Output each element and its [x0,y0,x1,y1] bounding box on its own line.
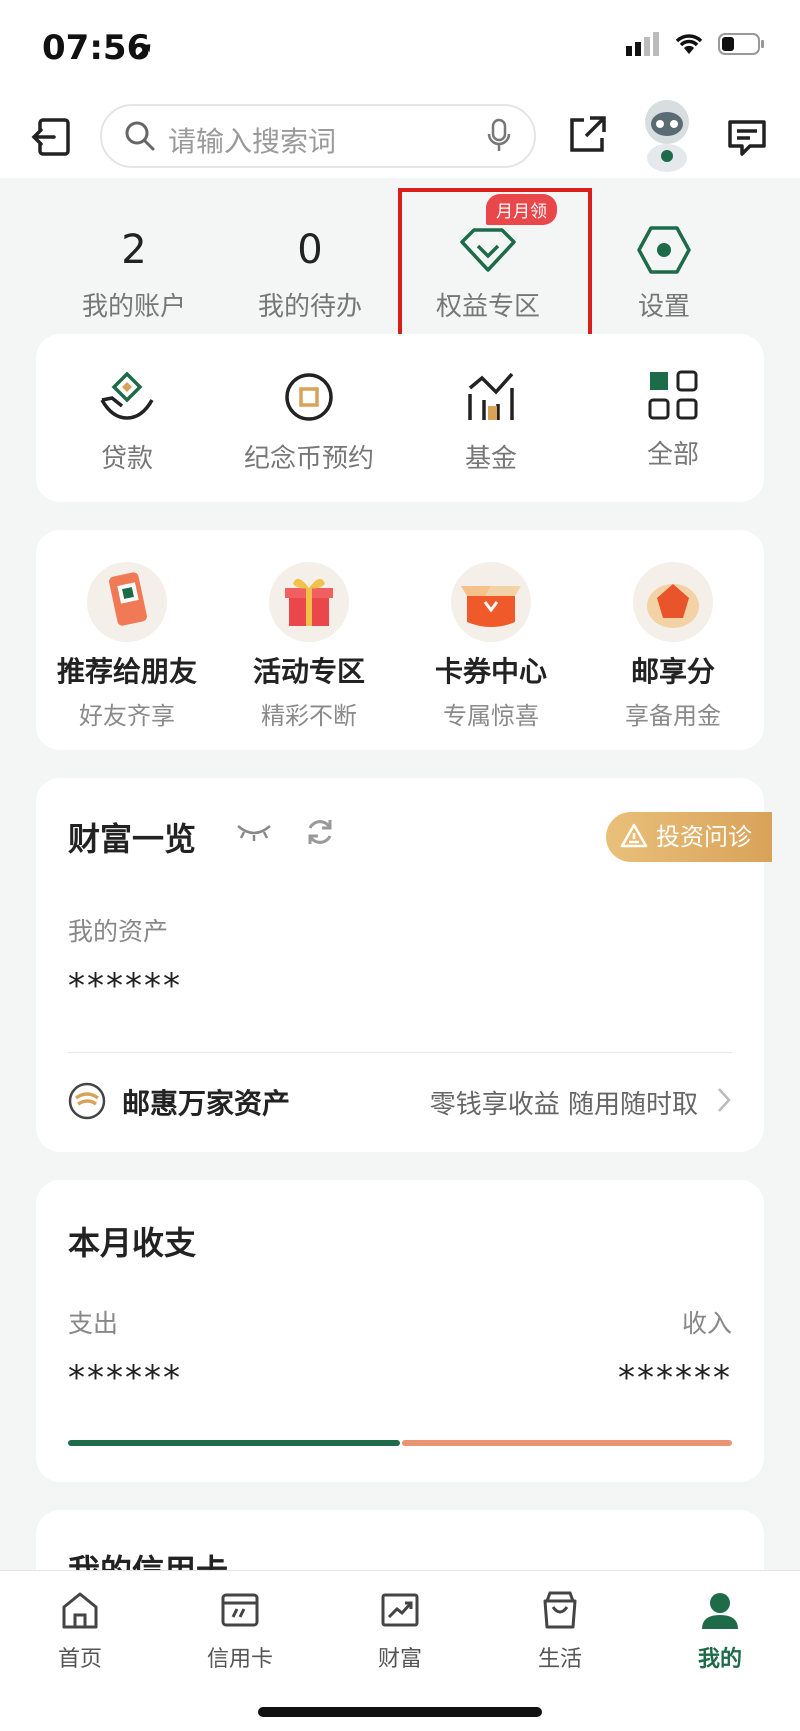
stat-settings[interactable]: 设置 [574,178,754,323]
stat-my-todos[interactable]: 0 我的待办 [220,178,400,323]
tab-label: 财富 [377,1647,422,1672]
product-row[interactable]: 邮惠万家资产 零钱享收益 随用随时取 [68,1076,732,1126]
coin-icon [285,373,333,421]
income-bar [402,1440,732,1446]
stat-label: 设置 [637,292,690,322]
promo-title: 卡券中心 [434,655,547,688]
wifi-icon [675,34,703,54]
menu-item-loan[interactable]: 贷款 [36,370,218,475]
home-indicator [258,1707,542,1717]
todo-count: 0 [297,227,323,273]
promo-subtitle: 享备用金 [625,702,721,730]
tab-label: 我的 [697,1647,742,1672]
grid-icon [648,370,698,420]
stat-label: 我的待办 [257,292,362,322]
promo-recommend[interactable]: 推荐给朋友 好友齐享 [36,562,218,731]
user-icon [702,1593,738,1629]
promo-subtitle: 好友齐享 [79,702,175,730]
monthly-budget-card[interactable]: 本月收支 支出 收入 ****** ****** [36,1180,764,1482]
promo-activity[interactable]: 活动专区 精彩不断 [218,562,400,731]
divider [68,1052,732,1053]
tab-wealth[interactable]: 财富 [320,1589,480,1673]
asset-label: 我的资产 [68,917,169,946]
monthly-title: 本月收支 [68,1224,197,1262]
search-placeholder: 请输入搜索词 [168,125,337,158]
promo-coupon[interactable]: 卡券中心 专属惊喜 [400,562,582,731]
stat-label: 我的账户 [81,292,186,322]
menu-label: 全部 [646,440,699,470]
menu-label: 基金 [464,444,517,474]
share-icon[interactable] [566,114,608,156]
top-bar: 请输入搜索词 [0,96,800,178]
promo-subtitle: 专属惊喜 [443,702,539,730]
tab-label: 信用卡 [206,1647,273,1672]
tab-home[interactable]: 首页 [0,1589,160,1673]
tab-mine[interactable]: 我的 [640,1589,800,1673]
status-bar: 07:56 ➚ [0,0,800,96]
tab-credit-card[interactable]: 信用卡 [160,1589,320,1673]
wealth-overview-card: 财富一览 投资问诊 我的资产 ****** 邮惠万家资产 零钱享收益 随用随时取 [36,778,772,1152]
alert-triangle-icon [620,823,648,848]
promo-points[interactable]: 邮享分 享备用金 [582,562,764,731]
account-count: 2 [121,227,147,273]
phone-qr-icon [87,562,167,642]
service-menu: 贷款 纪念币预约 基金 全部 [36,334,764,502]
promo-title: 推荐给朋友 [56,655,197,688]
settings-icon [637,226,691,274]
tab-label: 首页 [57,1647,102,1672]
expense-value: ****** [68,1358,182,1398]
menu-item-coin[interactable]: 纪念币预约 [218,370,400,475]
fund-icon [468,372,514,420]
chart-icon [381,1593,419,1627]
postal-bank-logo-icon [68,1082,106,1120]
stat-my-accounts[interactable]: 2 我的账户 [44,178,224,323]
income-label: 收入 [681,1309,732,1338]
product-desc: 零钱享收益 随用随时取 [429,1090,698,1120]
battery-icon [718,33,764,55]
gift-box-icon [269,562,349,642]
status-icons [626,32,766,56]
menu-item-fund[interactable]: 基金 [400,370,582,475]
wealth-title: 财富一览 [68,820,197,858]
tab-life[interactable]: 生活 [480,1589,640,1673]
bottom-tab-bar: 首页 信用卡 财富 生活 我的 [0,1570,800,1731]
promo-title: 活动专区 [252,655,365,688]
chevron-right-icon [718,1088,731,1112]
expense-label: 支出 [68,1309,119,1338]
microphone-icon[interactable] [486,118,512,154]
promo-title: 邮享分 [630,655,715,688]
gem-coin-icon [633,562,713,642]
menu-label: 贷款 [100,444,153,474]
search-icon [125,121,155,151]
credit-card-icon [221,1593,259,1627]
shopping-bag-icon [543,1591,577,1629]
income-value: ****** [618,1358,732,1398]
promo-row: 推荐给朋友 好友齐享 活动专区 精彩不断 卡券中心 专属惊喜 邮享分 享备用金 [36,530,764,750]
tab-label: 生活 [537,1647,582,1672]
message-icon[interactable] [726,116,768,158]
loan-icon [100,371,154,420]
menu-label: 纪念币预约 [243,444,374,474]
robot-avatar[interactable] [634,96,700,172]
cellular-signal-icon [626,32,659,56]
product-name: 邮惠万家资产 [122,1087,291,1120]
invest-diagnosis-button[interactable]: 投资问诊 [606,812,772,862]
promo-subtitle: 精彩不断 [261,702,357,730]
location-arrow-icon: ➚ [134,36,155,64]
logout-icon[interactable] [30,114,76,160]
eye-closed-icon[interactable] [236,822,272,842]
home-icon [62,1592,98,1629]
invest-label: 投资问诊 [656,823,752,851]
expense-bar [68,1440,400,1446]
coupon-box-icon [451,562,531,642]
monthly-reward-badge: 月月领 [486,194,557,225]
refresh-icon[interactable] [304,816,336,848]
menu-item-all[interactable]: 全部 [582,370,764,471]
search-input[interactable]: 请输入搜索词 [100,104,536,168]
asset-value: ****** [68,966,182,1006]
